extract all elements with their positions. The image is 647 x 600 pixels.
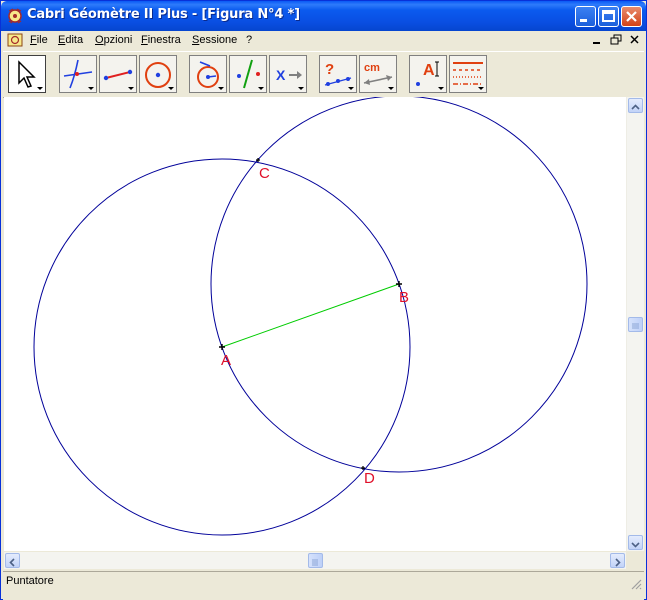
label-b[interactable]: B (399, 289, 409, 306)
status-bar: Puntatore (3, 571, 644, 600)
close-button[interactable] (621, 6, 642, 27)
scroll-up-button[interactable] (628, 98, 643, 113)
minimize-icon (580, 19, 587, 22)
construction-tool[interactable] (189, 55, 227, 93)
scroll-left-button[interactable] (5, 553, 20, 568)
svg-text:?: ? (325, 61, 334, 78)
segment-ab[interactable] (221, 283, 400, 348)
scroll-down-button[interactable] (628, 535, 643, 550)
check-property-tool[interactable]: ? (319, 55, 357, 93)
transformation-tool[interactable]: X (269, 55, 307, 93)
segment-tool[interactable] (99, 55, 137, 93)
svg-text:cm: cm (364, 62, 380, 74)
doc-close-icon[interactable] (628, 33, 642, 47)
horizontal-scrollbar[interactable] (4, 552, 626, 569)
maximize-button[interactable] (598, 6, 619, 27)
point-a[interactable] (219, 344, 225, 350)
menu-edita[interactable]: Edita (58, 34, 83, 46)
svg-text:X: X (276, 67, 286, 83)
scrollbar-corner (626, 552, 643, 569)
measure-tool[interactable]: cm (359, 55, 397, 93)
vertical-scroll-thumb[interactable] (628, 317, 643, 332)
label-c[interactable]: C (259, 165, 270, 182)
minimize-button[interactable] (575, 6, 596, 27)
resize-grip-icon[interactable] (630, 578, 642, 590)
application-window: Cabri Géomètre II Plus - [Figura N°4 *] … (0, 0, 647, 600)
menu-sessione[interactable]: Sessione (192, 34, 237, 46)
grip-lines-icon (312, 559, 318, 566)
figure-svg: A B C D (33, 97, 588, 536)
point-b[interactable] (396, 281, 402, 287)
menu-opzioni[interactable]: Opzioni (95, 34, 132, 46)
window-title: Cabri Géomètre II Plus - [Figura N°4 *] (27, 7, 300, 22)
circle-tool[interactable] (139, 55, 177, 93)
chevron-right-icon (615, 558, 621, 567)
perpendicular-tool[interactable] (229, 55, 267, 93)
chevron-up-icon (631, 104, 640, 110)
menu-finestra[interactable]: Finestra (141, 34, 181, 46)
drawing-style-tool[interactable] (449, 55, 487, 93)
close-icon (626, 11, 637, 22)
maximize-icon (602, 10, 615, 22)
menu-file[interactable]: File (30, 34, 48, 46)
chevron-down-icon (631, 542, 640, 548)
label-a[interactable]: A (221, 352, 231, 369)
lines-tool[interactable] (59, 55, 97, 93)
doc-restore-icon[interactable] (609, 33, 623, 47)
pointer-tool[interactable] (8, 55, 46, 93)
vertical-scrollbar[interactable] (626, 97, 644, 551)
doc-minimize-icon[interactable] (590, 33, 604, 47)
document-icon[interactable] (7, 32, 23, 48)
status-text: Puntatore (6, 575, 54, 587)
chevron-left-icon (9, 558, 15, 567)
svg-text:A: A (423, 62, 435, 79)
text-label-tool[interactable]: A (409, 55, 447, 93)
title-bar[interactable]: Cabri Géomètre II Plus - [Figura N°4 *] (1, 1, 646, 31)
grip-lines-icon (632, 323, 639, 329)
scroll-right-button[interactable] (610, 553, 625, 568)
horizontal-scroll-thumb[interactable] (308, 553, 323, 568)
menu-help[interactable]: ? (246, 34, 252, 46)
label-d[interactable]: D (364, 470, 375, 487)
toolbar: X ? cm A (3, 51, 644, 98)
drawing-canvas[interactable]: A B C D (4, 97, 626, 551)
cabri-app-icon (8, 8, 22, 24)
menu-bar: File Edita Opzioni Finestra Sessione ? (3, 31, 644, 50)
